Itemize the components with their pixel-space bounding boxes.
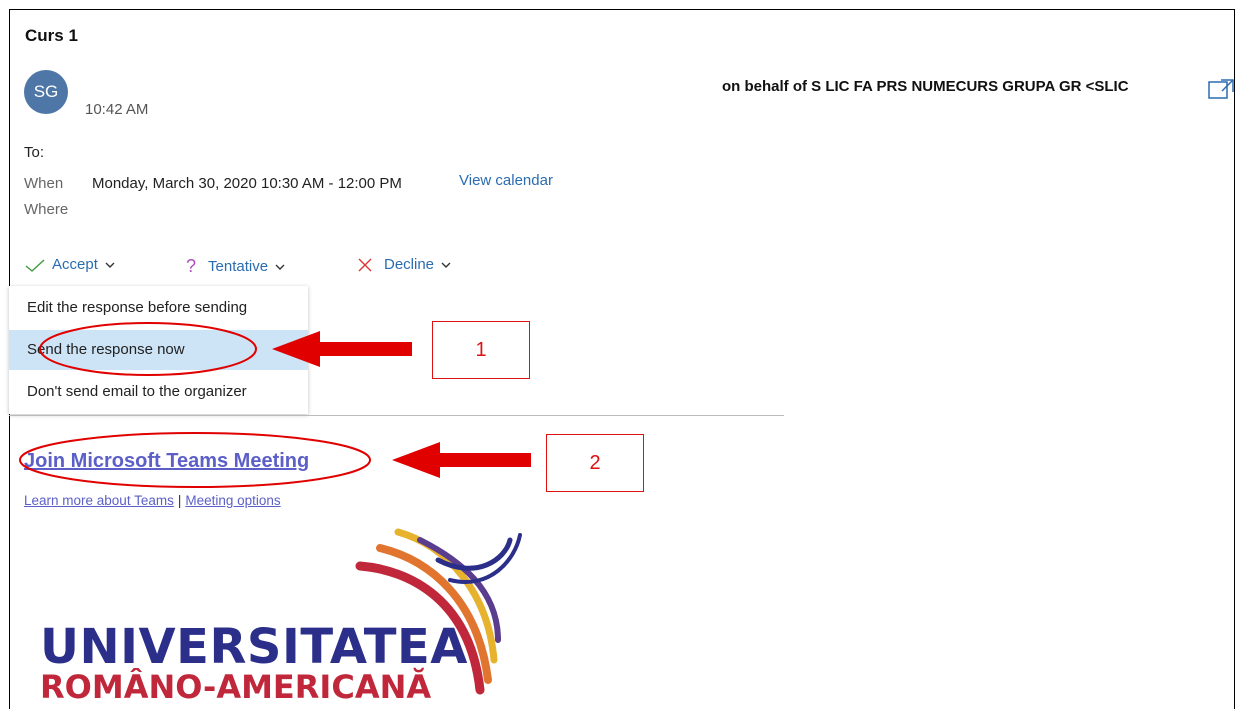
view-calendar-link[interactable]: View calendar xyxy=(459,172,553,189)
avatar-initials: SG xyxy=(33,82,59,101)
accept-dropdown-menu: Edit the response before sending Send th… xyxy=(9,286,308,414)
annotation-box-1: 1 xyxy=(432,321,530,379)
sender-on-behalf: on behalf of S LIC FA PRS NUMECURS GRUPA… xyxy=(722,78,1129,95)
when-value: Monday, March 30, 2020 10:30 AM - 12:00 … xyxy=(92,175,402,192)
annotation-step-1: 1 xyxy=(475,338,487,361)
menu-item-dont-send[interactable]: Don't send email to the organizer xyxy=(9,372,308,412)
meeting-options-link[interactable]: Meeting options xyxy=(185,493,280,508)
learn-more-link[interactable]: Learn more about Teams xyxy=(24,493,174,508)
teams-links: Learn more about Teams | Meeting options xyxy=(24,493,281,508)
menu-item-send-now[interactable]: Send the response now xyxy=(9,330,308,370)
when-label: When xyxy=(24,175,64,192)
avatar[interactable]: SG xyxy=(24,70,68,114)
popout-icon[interactable] xyxy=(1207,76,1237,102)
annotation-box-2: 2 xyxy=(546,434,644,492)
menu-item-edit-response[interactable]: Edit the response before sending xyxy=(9,288,308,328)
decline-button[interactable]: Decline xyxy=(356,256,452,273)
chevron-down-icon xyxy=(105,262,115,268)
divider xyxy=(9,415,784,416)
meeting-title: Curs 1 xyxy=(25,26,78,45)
join-teams-meeting-link[interactable]: Join Microsoft Teams Meeting xyxy=(24,450,309,473)
checkmark-icon xyxy=(25,258,45,272)
tentative-button[interactable]: ? Tentative xyxy=(186,256,286,277)
accept-label: Accept xyxy=(52,256,98,273)
tentative-label: Tentative xyxy=(208,258,269,275)
cross-icon xyxy=(358,258,372,271)
chevron-down-icon xyxy=(275,264,285,270)
accept-button[interactable]: Accept xyxy=(24,256,116,273)
link-separator: | xyxy=(177,493,182,508)
question-mark-icon: ? xyxy=(186,256,197,276)
where-label: Where xyxy=(24,201,69,218)
to-label: To: xyxy=(24,144,45,161)
decline-label: Decline xyxy=(384,256,435,273)
logo-line-2: ROMÂNO-AMERICANĂ xyxy=(40,668,432,706)
sent-time: 10:42 AM xyxy=(85,101,149,118)
logo-line-1: UNIVERSITATEA xyxy=(40,619,468,675)
chevron-down-icon xyxy=(441,262,451,268)
annotation-step-2: 2 xyxy=(589,451,601,474)
